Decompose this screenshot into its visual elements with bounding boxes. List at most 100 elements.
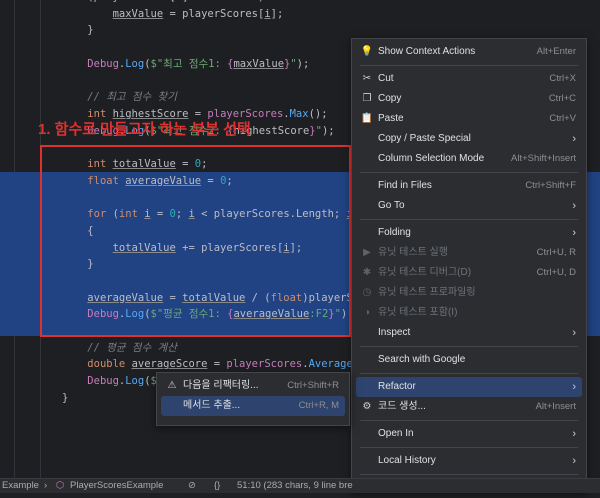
code-token: maxValue: [233, 57, 285, 70]
menu-item-label: Column Selection Mode: [378, 153, 485, 164]
chevron-right-icon: ›: [572, 133, 576, 145]
menu-item-label: 메서드 추출...: [183, 400, 241, 411]
cut-icon: ✂: [362, 73, 372, 84]
menu-item-item-11: ◷ 유닛 테스트 프로파일링: [356, 283, 582, 303]
menu-item-shortcut: Alt+Shift+Insert: [511, 153, 576, 164]
breadcrumb-separator: ›: [44, 480, 48, 491]
breadcrumb-project[interactable]: Example: [2, 480, 39, 491]
code-token: );: [296, 57, 310, 70]
menu-item-item-9: ▶ 유닛 테스트 실행 Ctrl+U, R: [356, 243, 582, 263]
menu-item-local-history[interactable]: Local History ›: [356, 451, 582, 471]
menu-item-label: Copy / Paste Special: [378, 133, 471, 144]
menu-item-copy[interactable]: ❐ Copy Ctrl+C: [356, 89, 582, 109]
menu-item-cut[interactable]: ✂ Cut Ctrl+X: [356, 69, 582, 89]
context-menu[interactable]: 💡 Show Context Actions Alt+Enter ✂ Cut Ctrl+X…: [351, 38, 587, 493]
menu-item-go-to[interactable]: Go To ›: [356, 196, 582, 216]
menu-item-shortcut: Ctrl+U, D: [536, 267, 576, 278]
code-token: =: [207, 358, 227, 371]
refactor-submenu[interactable]: ⚠ 다음을 리팩터링... Ctrl+Shift+R 메서드 추출... Ctrl+R,…: [156, 372, 350, 426]
menu-item-folding[interactable]: Folding ›: [356, 223, 582, 243]
code-token: Log: [125, 375, 145, 388]
menu-item-label: Paste: [378, 113, 404, 124]
paste-icon: 📋: [360, 113, 374, 124]
code-line[interactable]: // 평균 점수 계산: [62, 339, 177, 357]
code-line[interactable]: Debug.Log($"최고 점수1: {maxValue}");: [62, 55, 309, 73]
menu-item-shortcut: Ctrl+Shift+R: [287, 380, 339, 391]
chevron-right-icon: ›: [572, 428, 576, 440]
menu-item-item-0[interactable]: ⚠ 다음을 리팩터링... Ctrl+Shift+R: [161, 376, 345, 396]
menu-item-open-in[interactable]: Open In ›: [356, 424, 582, 444]
menu-item-label: Find in Files: [378, 180, 432, 191]
code-token: $"최고 점수1:: [150, 57, 228, 70]
git-check-icon[interactable]: ⊘: [188, 480, 196, 491]
code-line[interactable]: }: [62, 21, 94, 39]
menu-item-label: Folding: [378, 227, 411, 238]
menu-item-find-in-files[interactable]: Find in Files Ctrl+Shift+F: [356, 176, 582, 196]
menu-item-shortcut: Ctrl+C: [548, 93, 576, 104]
menu-separator: [360, 346, 578, 347]
cover-test-icon: ◑: [363, 307, 371, 318]
menu-item-label: Cut: [378, 73, 394, 84]
code-token: // 평균 점수 계산: [87, 341, 177, 354]
menu-item-label: Go To: [378, 200, 405, 211]
menu-separator: [360, 447, 578, 448]
menu-separator: [360, 373, 578, 374]
menu-item-label: 유닛 테스트 포함(I): [378, 307, 458, 318]
code-token: Log: [125, 57, 145, 70]
menu-item-shortcut: Ctrl+V: [549, 113, 576, 124]
menu-separator: [360, 172, 578, 173]
menu-item-shortcut: Ctrl+X: [549, 73, 576, 84]
generate-icon: ⚙: [362, 401, 372, 412]
lightbulb-icon: 💡: [360, 46, 374, 57]
menu-item-label: 다음을 리팩터링...: [183, 380, 259, 391]
code-line[interactable]: maxValue = playerScores[i];: [62, 5, 284, 23]
chevron-right-icon: ›: [572, 381, 576, 393]
menu-item-label: Copy: [378, 93, 402, 104]
menu-item-item-16[interactable]: ⚙ 코드 생성... Alt+Insert: [356, 397, 582, 417]
bracket-icon[interactable]: {}: [214, 480, 220, 491]
menu-item-label: 유닛 테스트 디버그(D): [378, 267, 472, 278]
menu-item-item-1[interactable]: 메서드 추출... Ctrl+R, M: [161, 396, 345, 416]
code-token: Debug: [87, 57, 119, 70]
menu-separator: [360, 219, 578, 220]
caret-position[interactable]: 51:10 (283 chars, 9 line bre: [237, 480, 353, 491]
menu-item-refactor[interactable]: Refactor ›: [356, 377, 582, 397]
code-token: );: [321, 124, 335, 137]
chevron-right-icon: ›: [572, 200, 576, 212]
chevron-right-icon: ›: [572, 327, 576, 339]
menu-item-shortcut: Alt+Enter: [536, 46, 576, 57]
code-line[interactable]: // 최고 점수 찾기: [62, 88, 177, 106]
code-token: ];: [270, 7, 284, 20]
menu-item-inspect[interactable]: Inspect ›: [356, 323, 582, 343]
menu-item-label: 유닛 테스트 프로파일링: [378, 287, 476, 298]
code-line[interactable]: double averageScore = playerScores.Avera…: [62, 355, 372, 373]
menu-item-column-selection-mode[interactable]: Column Selection Mode Alt+Shift+Insert: [356, 149, 582, 169]
menu-item-label: 코드 생성...: [378, 401, 426, 412]
code-token: // 최고 점수 찾기: [87, 91, 177, 104]
menu-item-search-with-google[interactable]: Search with Google: [356, 350, 582, 370]
menu-separator: [360, 420, 578, 421]
menu-item-show-context-actions[interactable]: 💡 Show Context Actions Alt+Enter: [356, 42, 582, 62]
code-token: maxValue: [112, 7, 164, 20]
menu-item-i: ◑ 유닛 테스트 포함(I): [356, 303, 582, 323]
code-token: (playerScores[: [75, 0, 176, 3]
code-token: if: [62, 0, 75, 3]
breadcrumb-class[interactable]: PlayerScoresExample: [70, 480, 163, 491]
menu-item-d: ✱ 유닛 테스트 디버그(D) Ctrl+U, D: [356, 263, 582, 283]
menu-item-label: Search with Google: [378, 354, 466, 365]
code-token: ();: [308, 107, 328, 120]
code-token: }: [62, 24, 94, 37]
menu-item-label: 유닛 테스트 실행: [378, 247, 448, 258]
selection-annotation-box: [40, 145, 351, 337]
menu-item-label: Local History: [378, 455, 436, 466]
code-line[interactable]: }: [62, 389, 68, 407]
menu-separator: [360, 474, 578, 475]
run-test-icon: ▶: [363, 247, 371, 258]
menu-item-copy-paste-special[interactable]: Copy / Paste Special ›: [356, 129, 582, 149]
menu-item-shortcut: Ctrl+U, R: [536, 247, 576, 258]
code-token: Average: [308, 358, 353, 371]
menu-item-paste[interactable]: 📋 Paste Ctrl+V: [356, 109, 582, 129]
